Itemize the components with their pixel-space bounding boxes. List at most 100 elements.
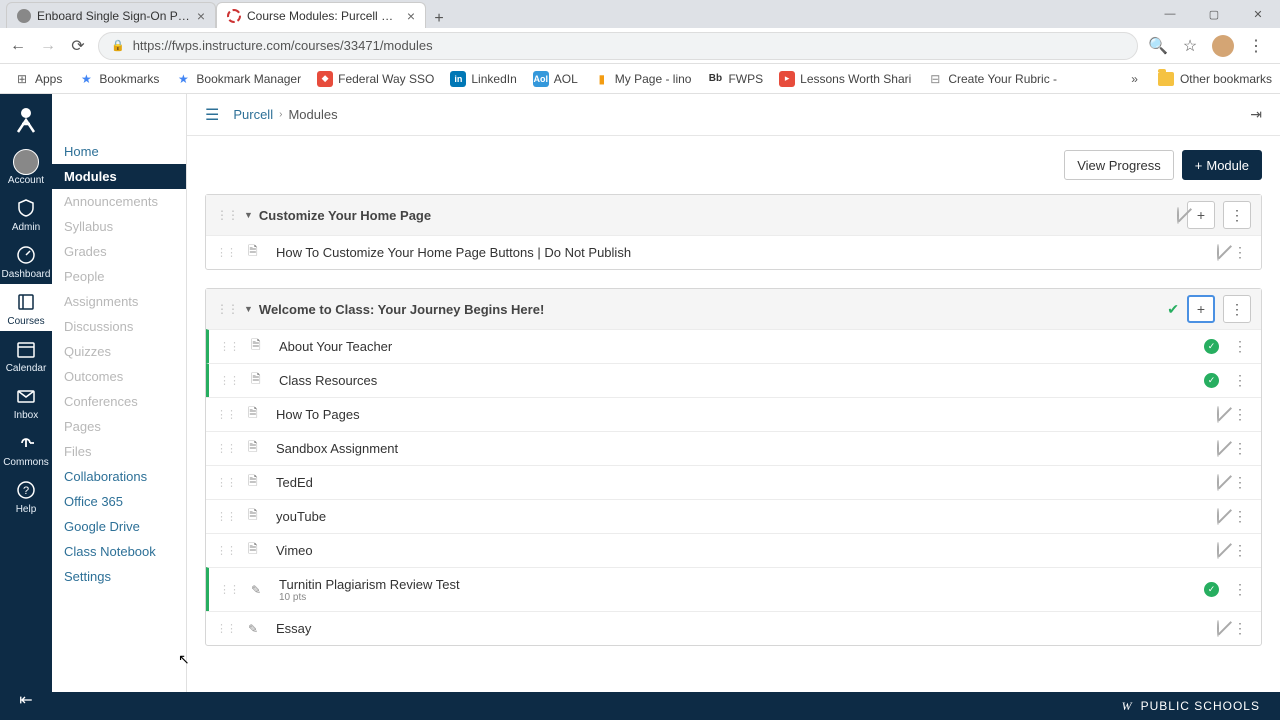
course-nav-item[interactable]: Announcements (52, 189, 186, 214)
bookmark-item[interactable]: ★Bookmarks (72, 68, 165, 90)
course-nav-item[interactable]: Class Notebook (52, 539, 186, 564)
module-header[interactable]: ⋮⋮▼Welcome to Class: Your Journey Begins… (206, 289, 1261, 329)
course-nav-item[interactable]: Syllabus (52, 214, 186, 239)
nav-account[interactable]: Account (0, 144, 52, 190)
nav-courses[interactable]: Courses (0, 284, 52, 331)
add-item-button[interactable]: + (1187, 201, 1215, 229)
course-nav-item[interactable]: Files (52, 439, 186, 464)
bookmark-item[interactable]: ⊟Create Your Rubric - (921, 68, 1063, 90)
bookmark-item[interactable]: ◆Federal Way SSO (311, 68, 440, 90)
nav-inbox[interactable]: Inbox (0, 378, 52, 425)
course-nav-item[interactable]: Outcomes (52, 364, 186, 389)
course-nav-item[interactable]: Quizzes (52, 339, 186, 364)
course-nav-item[interactable]: Assignments (52, 289, 186, 314)
drag-handle-icon[interactable]: ⋮⋮ (216, 544, 236, 557)
course-nav-item[interactable]: Pages (52, 414, 186, 439)
url-field[interactable]: 🔒 https://fwps.instructure.com/courses/3… (98, 32, 1138, 60)
drag-handle-icon[interactable]: ⋮⋮ (216, 302, 238, 316)
close-tab-icon[interactable]: × (407, 8, 415, 24)
drag-handle-icon[interactable]: ⋮⋮ (219, 583, 239, 596)
bookmark-item[interactable]: inLinkedIn (444, 68, 522, 90)
nav-help[interactable]: ?Help (0, 472, 52, 519)
module-item[interactable]: ⋮⋮🗎How To Pages⋮ (206, 397, 1261, 431)
minimize-button[interactable]: — (1148, 0, 1192, 28)
drag-handle-icon[interactable]: ⋮⋮ (216, 408, 236, 421)
drag-handle-icon[interactable]: ⋮⋮ (216, 476, 236, 489)
drag-handle-icon[interactable]: ⋮⋮ (219, 374, 239, 387)
published-icon[interactable]: ✓ (1204, 373, 1219, 388)
unpublished-icon[interactable] (1217, 621, 1219, 636)
item-menu-button[interactable]: ⋮ (1229, 244, 1251, 261)
close-tab-icon[interactable]: × (197, 8, 205, 24)
item-menu-button[interactable]: ⋮ (1229, 474, 1251, 491)
bookmark-item[interactable]: AolAOL (527, 68, 584, 90)
caret-down-icon[interactable]: ▼ (244, 210, 253, 220)
hamburger-icon[interactable]: ☰ (205, 105, 219, 125)
drag-handle-icon[interactable]: ⋮⋮ (216, 246, 236, 259)
course-nav-item[interactable]: Settings (52, 564, 186, 589)
unpublished-icon[interactable] (1217, 509, 1219, 524)
module-menu-button[interactable]: ⋮ (1223, 295, 1251, 323)
item-menu-button[interactable]: ⋮ (1229, 508, 1251, 525)
add-item-button[interactable]: + (1187, 295, 1215, 323)
drag-handle-icon[interactable]: ⋮⋮ (216, 622, 236, 635)
drag-handle-icon[interactable]: ⋮⋮ (216, 208, 238, 222)
browser-tab[interactable]: Course Modules: Purcell Sandbo × (216, 2, 426, 28)
course-nav-item[interactable]: Discussions (52, 314, 186, 339)
item-menu-button[interactable]: ⋮ (1229, 581, 1251, 598)
bookmarks-overflow[interactable]: » (1131, 72, 1138, 86)
unpublished-icon[interactable] (1177, 208, 1179, 223)
forward-button[interactable]: → (38, 37, 58, 55)
new-tab-button[interactable]: + (426, 10, 452, 28)
maximize-button[interactable]: ▢ (1192, 0, 1236, 28)
unpublished-icon[interactable] (1217, 441, 1219, 456)
nav-commons[interactable]: Commons (0, 425, 52, 472)
app-logo[interactable] (8, 102, 44, 138)
module-item[interactable]: ⋮⋮🗎Class Resources✓⋮ (206, 363, 1261, 397)
chrome-menu-button[interactable]: ⋮ (1246, 36, 1266, 56)
bookmark-apps[interactable]: ⊞Apps (8, 68, 68, 90)
module-menu-button[interactable]: ⋮ (1223, 201, 1251, 229)
add-module-button[interactable]: +Module (1182, 150, 1262, 180)
unpublished-icon[interactable] (1217, 245, 1219, 260)
item-menu-button[interactable]: ⋮ (1229, 542, 1251, 559)
item-menu-button[interactable]: ⋮ (1229, 372, 1251, 389)
close-window-button[interactable]: ✕ (1236, 0, 1280, 28)
published-icon[interactable]: ✔ (1167, 301, 1179, 318)
bookmark-item[interactable]: BbFWPS (701, 68, 769, 90)
module-header[interactable]: ⋮⋮▼Customize Your Home Page+⋮ (206, 195, 1261, 235)
bookmark-item[interactable]: ▮My Page - lino (588, 68, 698, 90)
nav-dashboard[interactable]: Dashboard (0, 237, 52, 284)
drag-handle-icon[interactable]: ⋮⋮ (216, 510, 236, 523)
module-item[interactable]: ⋮⋮🗎How To Customize Your Home Page Butto… (206, 235, 1261, 269)
reload-button[interactable]: ⟳ (68, 36, 88, 56)
course-nav-item[interactable]: Collaborations (52, 464, 186, 489)
back-button[interactable]: ← (8, 37, 28, 55)
unpublished-icon[interactable] (1217, 475, 1219, 490)
published-icon[interactable]: ✓ (1204, 339, 1219, 354)
course-nav-item[interactable]: Home (52, 139, 186, 164)
breadcrumb-course[interactable]: Purcell (233, 107, 273, 122)
course-nav-item[interactable]: People (52, 264, 186, 289)
course-nav-item[interactable]: Grades (52, 239, 186, 264)
bookmark-item[interactable]: ★Bookmark Manager (169, 68, 307, 90)
module-item[interactable]: ⋮⋮🗎TedEd⋮ (206, 465, 1261, 499)
collapse-tray-button[interactable]: ⇥ (1250, 106, 1262, 123)
profile-avatar[interactable] (1212, 35, 1234, 57)
caret-down-icon[interactable]: ▼ (244, 304, 253, 314)
unpublished-icon[interactable] (1217, 543, 1219, 558)
view-progress-button[interactable]: View Progress (1064, 150, 1174, 180)
course-nav-item[interactable]: Modules (52, 164, 186, 189)
module-item[interactable]: ⋮⋮✎Turnitin Plagiarism Review Test10 pts… (206, 567, 1261, 611)
published-icon[interactable]: ✓ (1204, 582, 1219, 597)
star-icon[interactable]: ☆ (1180, 36, 1200, 56)
course-nav-item[interactable]: Conferences (52, 389, 186, 414)
item-menu-button[interactable]: ⋮ (1229, 338, 1251, 355)
drag-handle-icon[interactable]: ⋮⋮ (216, 442, 236, 455)
browser-tab[interactable]: Enboard Single Sign-On Portal × (6, 2, 216, 28)
module-item[interactable]: ⋮⋮🗎About Your Teacher✓⋮ (206, 329, 1261, 363)
unpublished-icon[interactable] (1217, 407, 1219, 422)
item-menu-button[interactable]: ⋮ (1229, 620, 1251, 637)
nav-calendar[interactable]: Calendar (0, 331, 52, 378)
module-item[interactable]: ⋮⋮✎Essay⋮ (206, 611, 1261, 645)
